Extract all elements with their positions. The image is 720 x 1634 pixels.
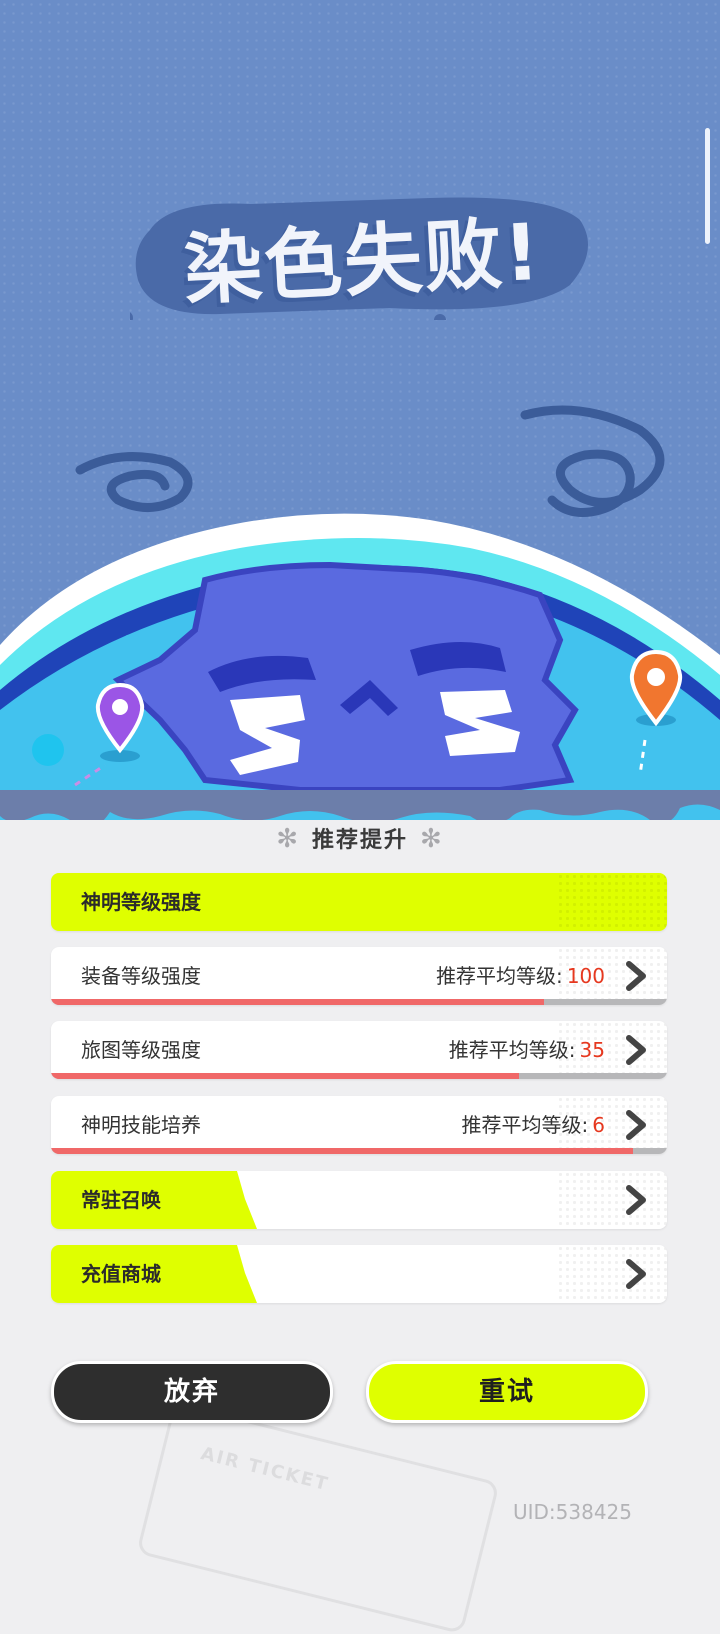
progress-fill: [51, 1148, 634, 1154]
chevron-right-icon[interactable]: [623, 1185, 649, 1215]
dot-texture: [557, 1171, 667, 1229]
give-up-button[interactable]: 放弃: [51, 1361, 333, 1423]
progress-fill: [51, 999, 544, 1005]
flower-icon: ✻: [420, 824, 444, 854]
recommend-row-shop[interactable]: 充值商城: [51, 1245, 667, 1303]
uid-label: UID:538425: [512, 1500, 632, 1524]
progress-bar: [51, 999, 667, 1005]
recommend-row-map-level[interactable]: 旅图等级强度 推荐平均等级: 35: [51, 1021, 667, 1079]
ticket-text: AIR TICKET: [198, 1443, 332, 1496]
flower-icon: ✻: [276, 824, 300, 854]
recommended-level: 推荐平均等级: 35: [448, 1038, 605, 1062]
chevron-right-icon[interactable]: [623, 1035, 649, 1065]
recommend-row-summon[interactable]: 常驻召唤: [51, 1171, 667, 1229]
recommend-row-god-level[interactable]: 神明等级强度: [51, 873, 667, 931]
dot-texture: [557, 873, 667, 931]
chevron-right-icon[interactable]: [623, 1110, 649, 1140]
row-label: 旅图等级强度: [81, 1038, 201, 1062]
page-title: 染色失败!: [181, 207, 544, 317]
recommended-level-value: 6: [592, 1113, 605, 1137]
chevron-right-icon[interactable]: [623, 1259, 649, 1289]
dizzy-globe-illustration: [0, 405, 720, 820]
row-label: 装备等级强度: [81, 964, 201, 988]
dot-texture: [557, 1245, 667, 1303]
row-label: 常驻召唤: [81, 1188, 161, 1212]
recommended-level: 推荐平均等级: 100: [436, 964, 605, 988]
scrollbar[interactable]: [705, 128, 710, 244]
result-illustration: 染色失败!: [0, 0, 720, 820]
progress-bar: [51, 1073, 667, 1079]
chevron-right-icon[interactable]: [623, 961, 649, 991]
recommended-level-value: 35: [579, 1038, 605, 1062]
retry-button[interactable]: 重试: [366, 1361, 648, 1423]
progress-fill: [51, 1073, 520, 1079]
row-label: 神明等级强度: [81, 890, 201, 914]
progress-bar: [51, 1148, 667, 1154]
row-label: 神明技能培养: [81, 1113, 201, 1137]
recommended-level-value: 100: [566, 964, 605, 988]
recommend-row-god-skill[interactable]: 神明技能培养 推荐平均等级: 6: [51, 1096, 667, 1154]
row-label: 充值商城: [81, 1262, 161, 1286]
title-banner: 染色失败!: [130, 190, 595, 320]
section-title: ✻ 推荐提升 ✻: [276, 824, 444, 854]
recommended-level: 推荐平均等级: 6: [461, 1113, 605, 1137]
recommend-row-equipment-level[interactable]: 装备等级强度 推荐平均等级: 100: [51, 947, 667, 1005]
